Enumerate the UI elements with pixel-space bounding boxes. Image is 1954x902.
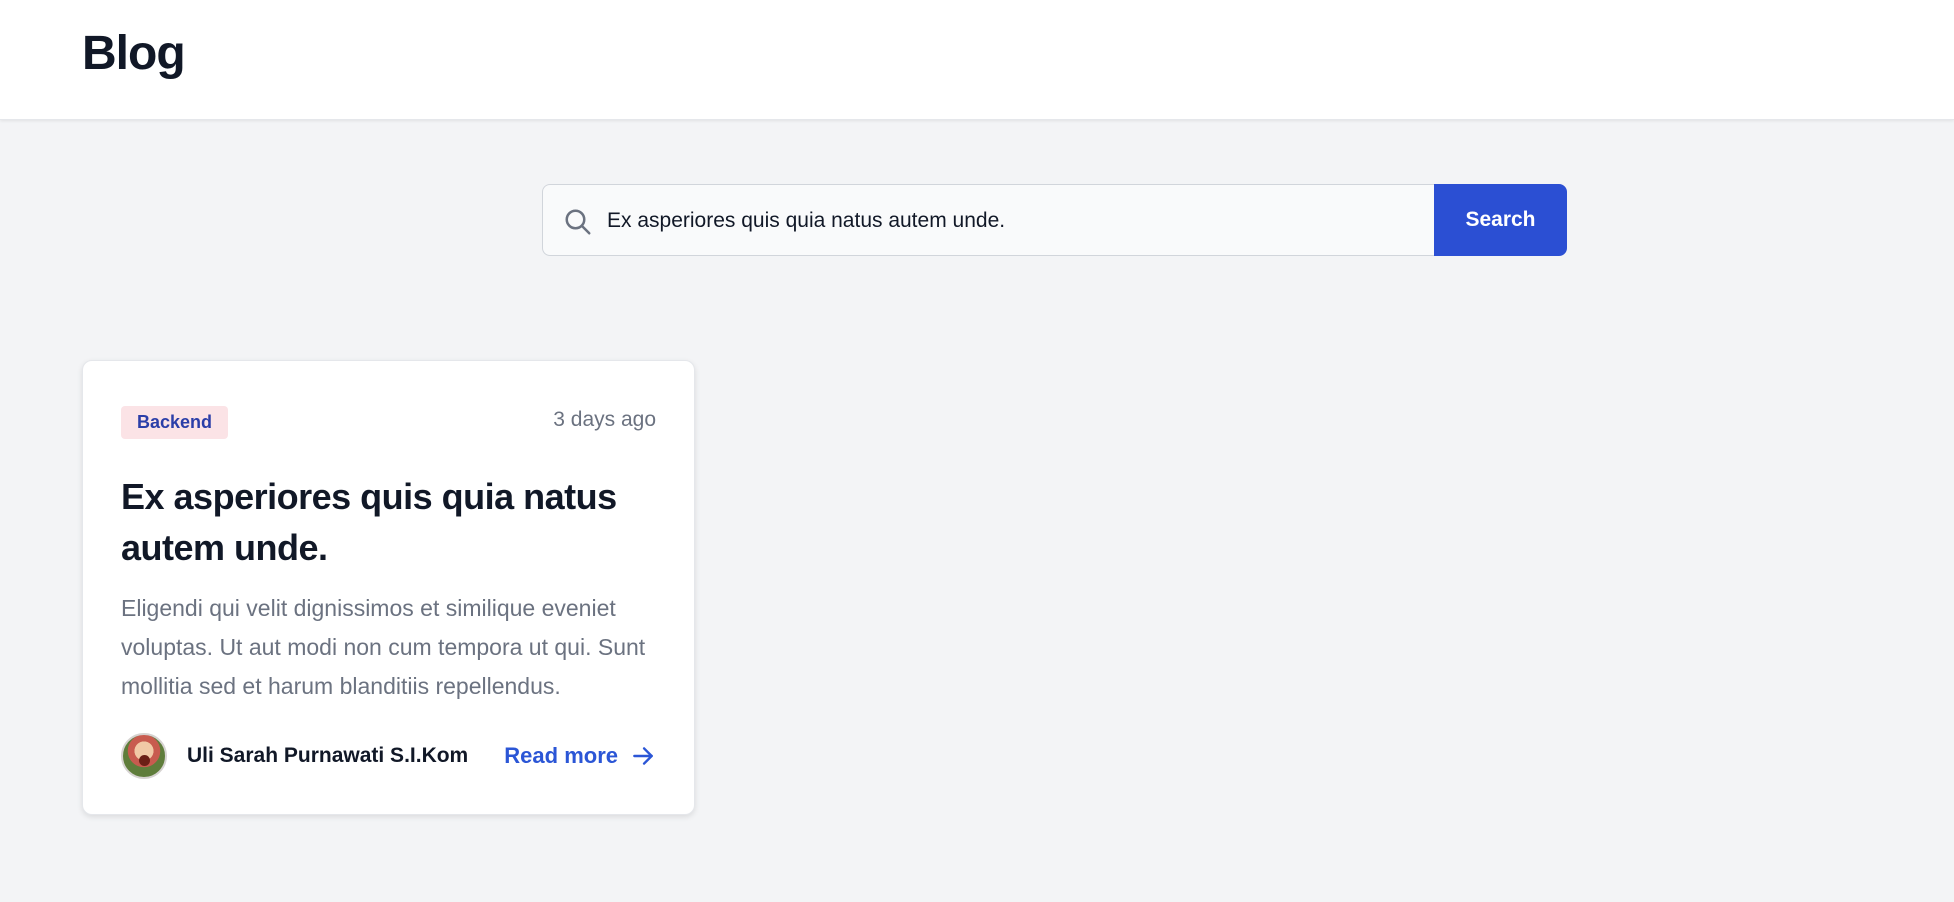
search-input[interactable] — [607, 185, 1418, 257]
search-button[interactable]: Search — [1434, 184, 1567, 256]
brand-title[interactable]: Blog — [82, 22, 186, 86]
category-tag[interactable]: Backend — [121, 406, 229, 439]
post-excerpt: Eligendi qui velit dignissimos et simili… — [121, 595, 646, 699]
search-form: Search — [542, 184, 1567, 257]
read-more-link[interactable]: Read more — [504, 741, 656, 771]
post-title[interactable]: Ex asperiores quis quia natus autem unde… — [121, 471, 661, 573]
arrow-right-icon — [633, 747, 653, 765]
post-time: 3 days ago — [553, 408, 656, 431]
post-card: Backend 3 days ago Ex asperiores quis qu… — [82, 360, 695, 815]
header: Blog — [0, 0, 1954, 120]
search-icon — [565, 209, 591, 235]
read-more-label: Read more — [504, 743, 618, 768]
search-box — [542, 184, 1434, 257]
post-author: Uli Sarah Purnawati S.I.Kom — [121, 733, 468, 779]
app: Blog Search Backend 3 days ago Ex asperi… — [0, 0, 1954, 902]
author-name: Uli Sarah Purnawati S.I.Kom — [187, 744, 469, 767]
avatar — [121, 733, 167, 779]
